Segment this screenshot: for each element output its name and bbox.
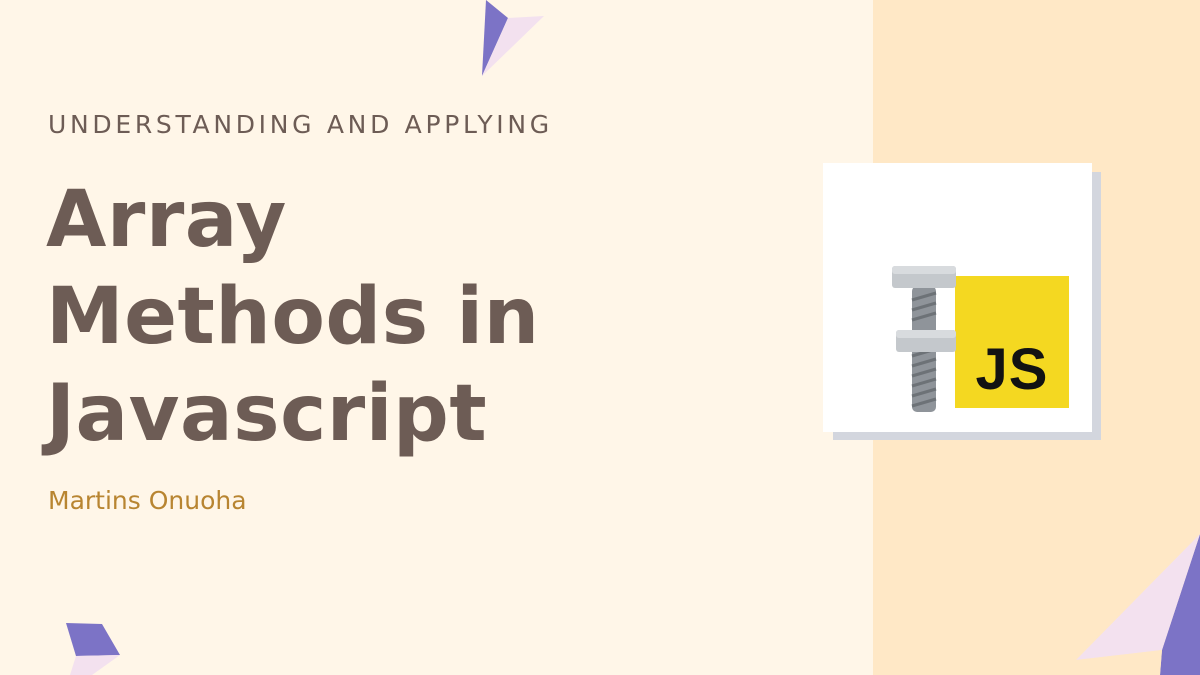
bottom-right-triangle-decoration [1070, 534, 1200, 675]
title-line: Javascript [46, 369, 488, 459]
top-triangle-decoration [482, 0, 544, 76]
title-line: Array [46, 175, 287, 265]
bolt-and-nut-icon [892, 266, 956, 412]
bottom-left-triangle-decoration [66, 623, 120, 675]
js-logo: JS [955, 276, 1069, 408]
js-logo-text: JS [975, 337, 1049, 402]
subtitle-kicker: UNDERSTANDING AND APPLYING [48, 110, 553, 139]
title-line: Methods in [46, 272, 540, 362]
page-title: Array Methods in Javascript [46, 172, 540, 463]
author-name: Martins Onuoha [48, 486, 247, 515]
